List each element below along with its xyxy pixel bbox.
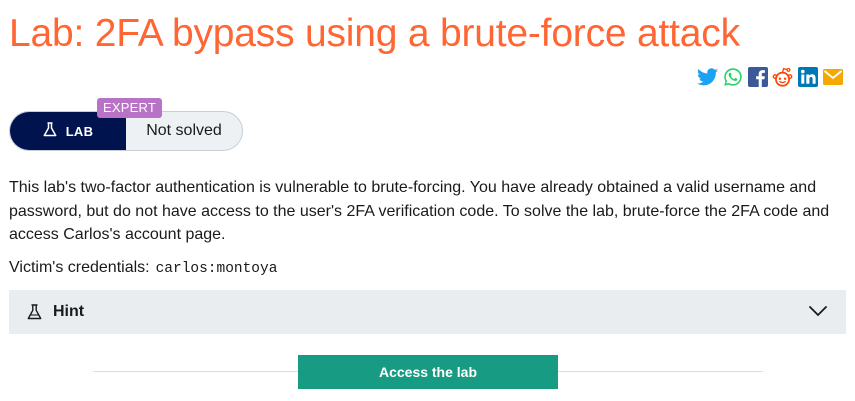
level-badge: EXPERT — [97, 98, 162, 118]
lab-description: This lab's two-factor authentication is … — [9, 179, 830, 243]
twitter-icon[interactable] — [697, 66, 718, 87]
flask-icon — [43, 122, 57, 140]
credentials-label: Victim's credentials: — [9, 259, 150, 276]
linkedin-icon[interactable] — [797, 66, 818, 87]
credentials-value: carlos:montoya — [155, 261, 278, 277]
facebook-icon[interactable] — [747, 66, 768, 87]
hint-label: Hint — [53, 303, 85, 320]
victim-credentials: Victim's credentials: carlos:montoya — [9, 259, 277, 277]
page-title: Lab: 2FA bypass using a brute-force atta… — [9, 12, 740, 55]
reddit-icon[interactable] — [772, 66, 793, 87]
whatsapp-icon[interactable] — [722, 66, 743, 87]
lab-status-widget: LAB Not solved EXPERT — [9, 98, 243, 151]
email-icon[interactable] — [822, 66, 843, 87]
hint-toggle[interactable]: Hint — [9, 290, 846, 334]
chevron-down-icon — [808, 304, 828, 320]
access-lab-button[interactable]: Access the lab — [298, 355, 558, 389]
lab-page: Lab: 2FA bypass using a brute-force atta… — [0, 0, 855, 401]
lab-label: LAB — [65, 123, 94, 139]
flask-icon — [27, 304, 43, 320]
share-bar — [697, 66, 843, 87]
